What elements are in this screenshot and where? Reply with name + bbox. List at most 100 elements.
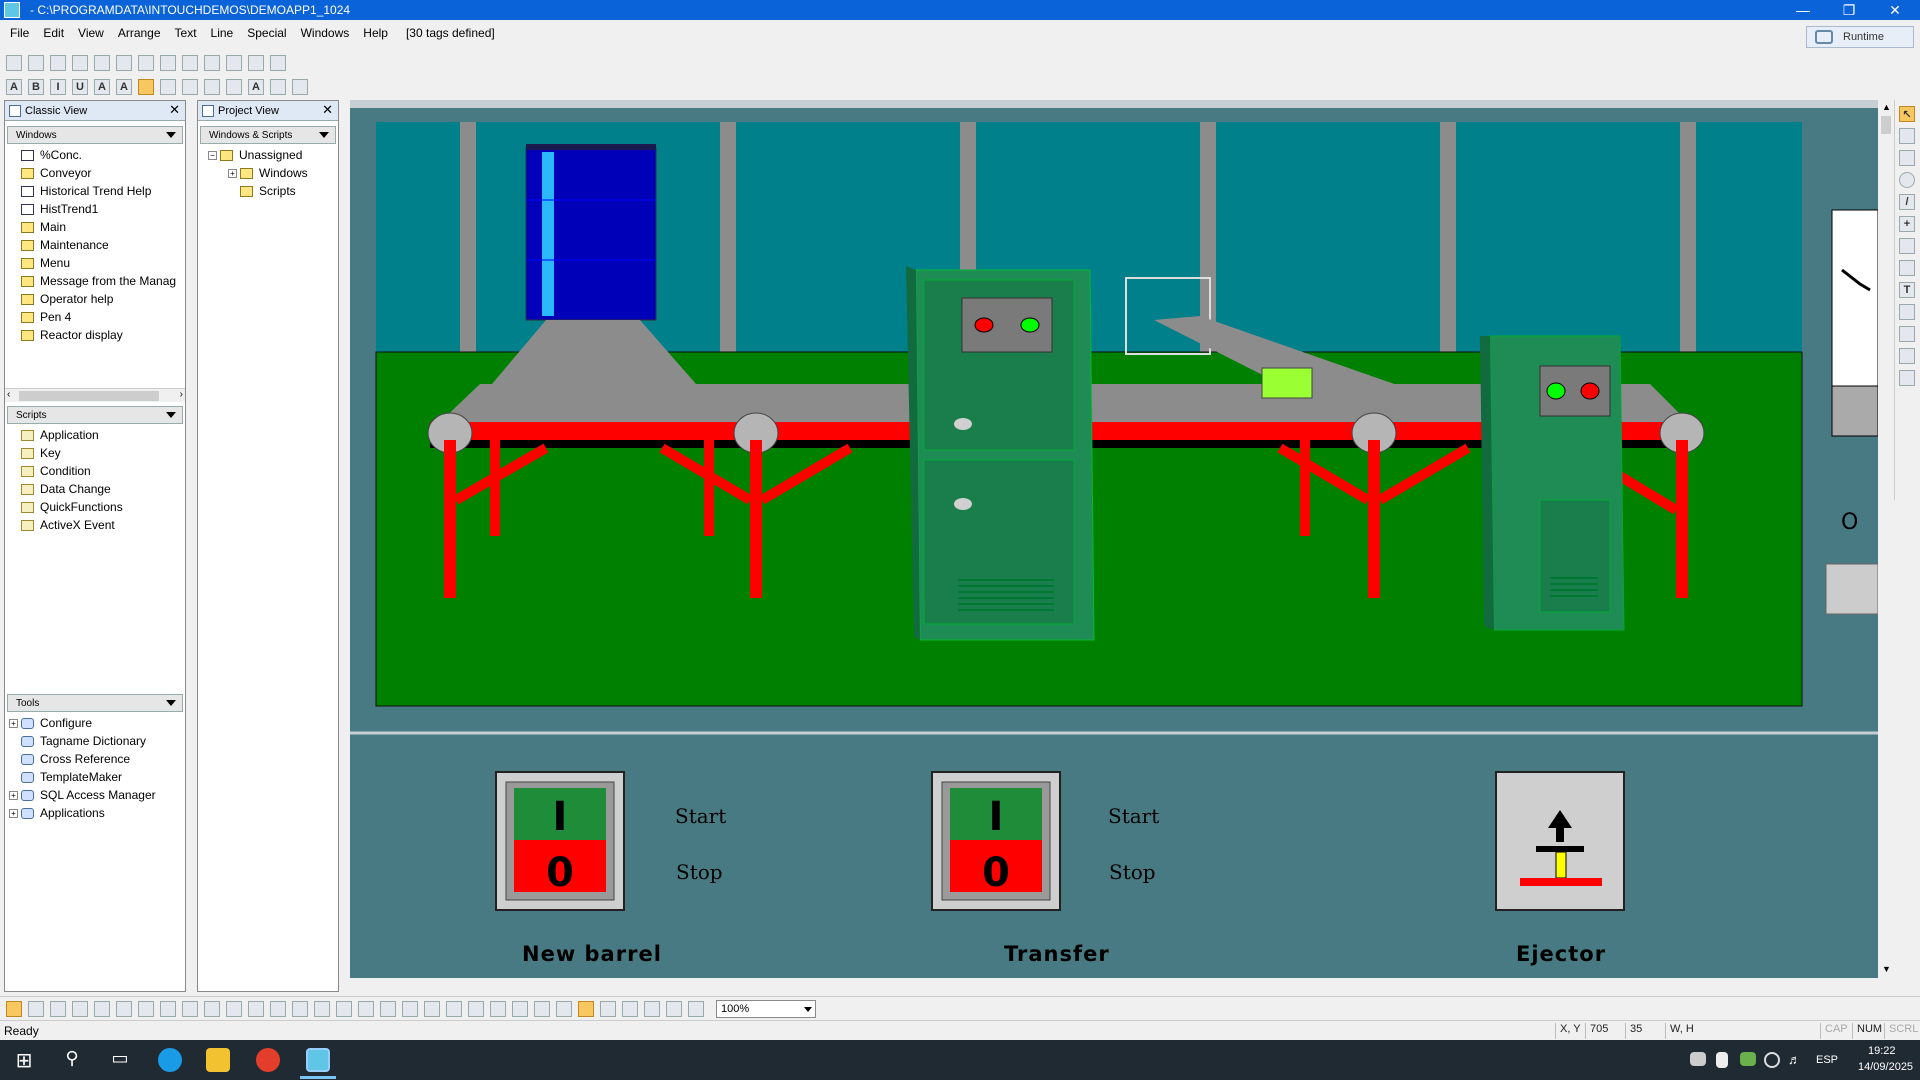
hv-line-icon[interactable]: + [1899,216,1915,232]
button-icon[interactable] [1899,348,1915,364]
list-item[interactable]: + Configure [5,714,185,732]
ejector-button[interactable] [1495,771,1625,911]
windows-scrollbar[interactable]: ‹ › [5,388,185,402]
list-item[interactable]: Tagname Dictionary [5,732,185,750]
paste-icon[interactable] [160,55,176,71]
font-smaller-icon[interactable]: A [94,79,110,95]
zoom-in-icon[interactable] [600,1000,616,1017]
window-color-icon[interactable] [270,79,286,95]
fill-color-icon[interactable] [226,79,242,95]
align-right-edge-icon[interactable] [248,1000,264,1017]
scroll-thumb[interactable] [19,391,159,401]
list-item[interactable]: Maintenance [5,236,185,254]
list-item[interactable]: Menu [5,254,185,272]
text-tool-icon[interactable]: T [1899,282,1915,298]
bold-icon[interactable]: B [28,79,44,95]
trend-icon[interactable] [1899,326,1915,342]
bring-front-icon[interactable] [292,1000,308,1017]
scroll-down-icon[interactable]: ▼ [1882,964,1891,974]
ellipse-icon[interactable] [1899,172,1915,188]
list-item[interactable]: Application [5,426,185,444]
transfer-switch[interactable]: I 0 [931,771,1061,911]
expand-icon[interactable]: + [228,168,237,178]
classic-view-toggle-icon[interactable] [6,1000,22,1017]
list-item[interactable]: Data Change [5,480,185,498]
pan-hand-icon[interactable] [688,1000,704,1017]
align-left-icon[interactable] [138,79,154,95]
fit-window-icon[interactable] [72,1000,88,1017]
undo-icon[interactable] [182,55,198,71]
list-item[interactable]: HistTrend1 [5,200,185,218]
font-icon[interactable]: A [6,79,22,95]
underline-icon[interactable]: U [72,79,88,95]
rectangle-icon[interactable] [1899,128,1915,144]
clock-date[interactable]: 14/09/2025 [1858,1061,1913,1073]
menu-special[interactable]: Special [247,26,286,40]
ungroup-icon[interactable] [402,1000,418,1017]
cut-icon[interactable] [116,55,132,71]
list-item[interactable]: QuickFunctions [5,498,185,516]
copy-icon[interactable] [138,55,154,71]
align-center-icon[interactable] [160,79,176,95]
new-barrel-switch[interactable]: I 0 [495,771,625,911]
align-right-icon[interactable] [182,79,198,95]
start-icon[interactable]: ⊞ [12,1048,36,1072]
pen-icon[interactable] [292,79,308,95]
send-back-icon[interactable] [314,1000,330,1017]
search-icon[interactable]: ⚲ [60,1048,84,1072]
reshape-icon[interactable] [512,1000,528,1017]
runtime-button[interactable]: Runtime [1806,26,1914,48]
list-item[interactable]: Cross Reference [5,750,185,768]
full-screen-icon[interactable] [50,1000,66,1017]
italic-icon[interactable]: I [50,79,66,95]
align-middle-icon[interactable] [160,1000,176,1017]
menu-file[interactable]: File [10,26,29,40]
volume-icon[interactable]: ♬ [1788,1052,1804,1068]
space-horizontal-icon[interactable] [336,1000,352,1017]
expand-icon[interactable]: + [9,808,18,818]
list-item[interactable]: Reactor display [5,326,185,344]
line-icon[interactable]: / [1899,194,1915,210]
zoom-window-icon[interactable] [666,1000,682,1017]
list-item[interactable]: Pen 4 [5,308,185,326]
chrome-icon[interactable] [256,1048,280,1072]
print-icon[interactable] [226,55,242,71]
list-item[interactable]: Key [5,444,185,462]
task-view-icon[interactable]: ▭ [108,1048,132,1072]
project-view-toggle-icon[interactable] [28,1000,44,1017]
language-indicator[interactable]: ESP [1816,1054,1838,1066]
save-all-icon[interactable] [94,55,110,71]
scroll-left-icon[interactable]: ‹ [7,389,10,400]
list-item[interactable]: %Conc. [5,146,185,164]
tools-section-header[interactable]: Tools [7,694,183,712]
polyline-icon[interactable] [1899,238,1915,254]
close-icon[interactable]: ✕ [1872,0,1918,20]
window-props-icon[interactable] [270,55,286,71]
list-item[interactable]: Condition [5,462,185,480]
list-item[interactable]: ActiveX Event [5,516,185,534]
list-item[interactable]: Conveyor [5,164,185,182]
font-larger-icon[interactable]: A [116,79,132,95]
file-explorer-icon[interactable] [206,1048,230,1072]
line-color-icon[interactable] [204,79,220,95]
zoom-selection-icon[interactable] [644,1000,660,1017]
snap-icon[interactable] [534,1000,550,1017]
tray-app-icon[interactable] [1740,1052,1756,1066]
close-icon[interactable]: ✕ [322,102,333,118]
lock-icon[interactable] [556,1000,572,1017]
close-window-icon[interactable] [50,55,66,71]
menu-edit[interactable]: Edit [43,26,64,40]
tree-node-windows[interactable]: + Windows [198,164,338,182]
menu-help[interactable]: Help [363,26,388,40]
redo-icon[interactable] [204,55,220,71]
edge-browser-icon[interactable] [158,1048,182,1072]
polygon-icon[interactable] [1899,260,1915,276]
text-color-icon[interactable]: A [248,79,264,95]
grid-icon[interactable] [94,1000,110,1017]
scripts-section-header[interactable]: Scripts [7,406,183,424]
menu-view[interactable]: View [78,26,104,40]
clock-time[interactable]: 19:22 [1868,1045,1896,1057]
menu-line[interactable]: Line [211,26,234,40]
rotate-ccw-icon[interactable] [446,1000,462,1017]
tree-node-unassigned[interactable]: − Unassigned [198,146,338,164]
